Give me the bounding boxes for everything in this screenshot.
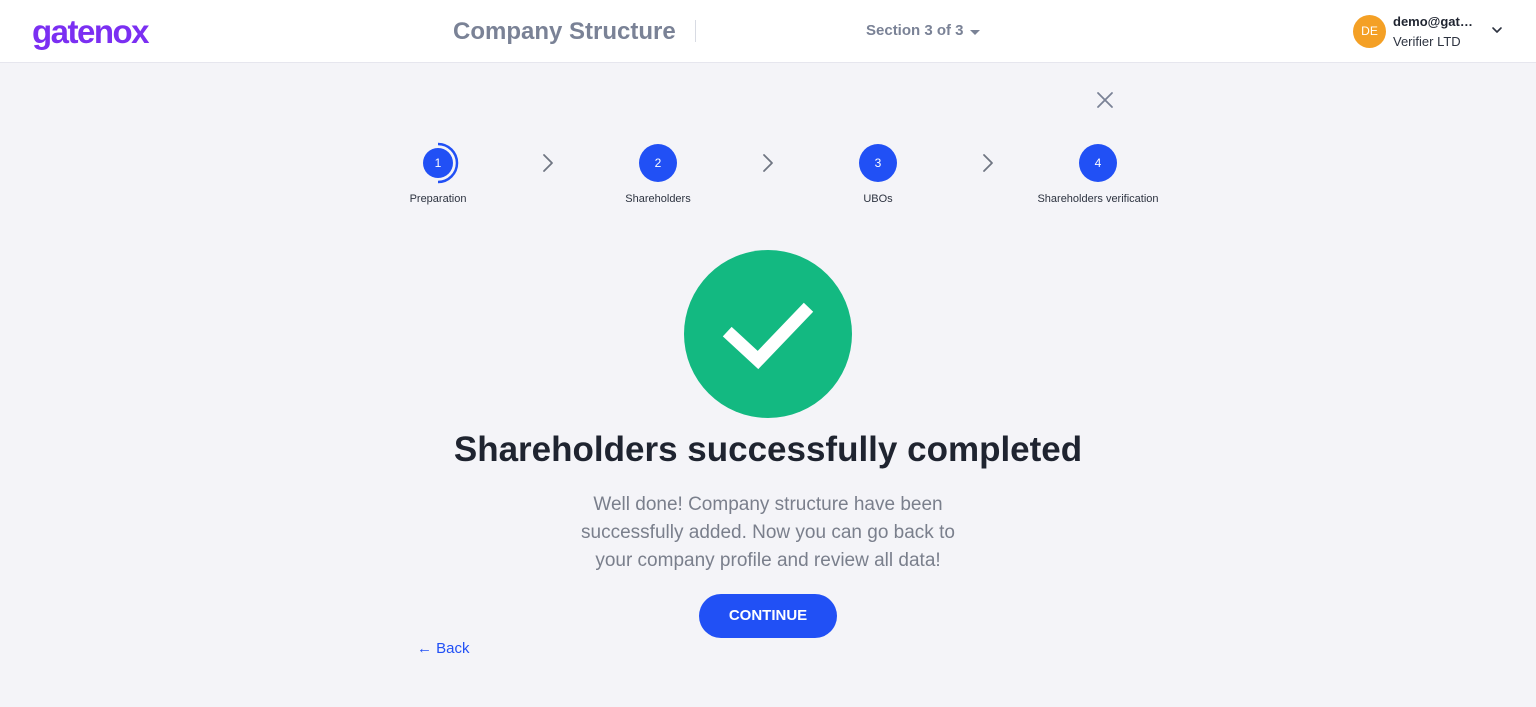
chevron-down-icon [1492, 27, 1502, 33]
step-number: 2 [639, 144, 677, 182]
chevron-right-icon [763, 154, 773, 172]
step-number: 4 [1079, 144, 1117, 182]
step-label: UBOs [863, 193, 893, 205]
success-message: Well done! Company structure have been s… [581, 494, 955, 571]
section-dropdown[interactable]: Section 3 of 3 [866, 20, 980, 42]
top-bar: gatenox Company Structure Section 3 of 3… [0, 0, 1536, 63]
caret-down-icon [969, 29, 980, 35]
step-label: Preparation [409, 193, 467, 205]
checkmark-icon [722, 302, 814, 370]
title-divider [695, 20, 696, 42]
user-email: demo@gatenox.com [1393, 14, 1475, 29]
step-label: Shareholders [625, 193, 691, 205]
success-title: Shareholders successfully completed [453, 430, 1083, 469]
success-badge [684, 250, 852, 418]
step-number: 1 [423, 148, 453, 178]
step-number: 3 [859, 144, 897, 182]
step-label: Shareholders verification [1037, 193, 1159, 205]
close-icon[interactable] [1095, 90, 1115, 110]
back-link[interactable]: ← Back [417, 639, 470, 659]
section-label: Section 3 of 3 [866, 22, 964, 39]
continue-button[interactable]: CONTINUE [699, 594, 837, 638]
user-company: Verifier LTD [1393, 34, 1461, 49]
gatenox-logo[interactable]: gatenox [32, 12, 150, 52]
chevron-right-icon [543, 154, 553, 172]
chevron-right-icon [983, 154, 993, 172]
page-title: Company Structure [453, 18, 676, 45]
user-menu[interactable]: DE demo@gatenox.com Verifier LTD [1353, 13, 1513, 51]
avatar: DE [1353, 15, 1386, 48]
